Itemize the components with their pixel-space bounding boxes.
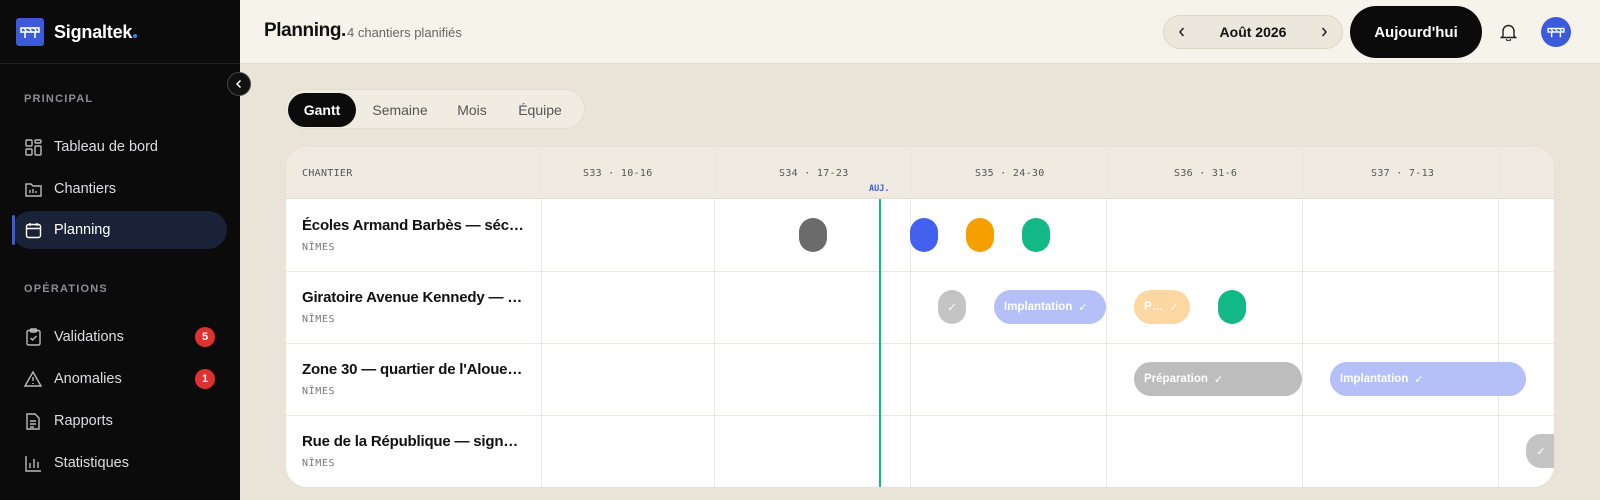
sidebar-item-rapports[interactable]: Rapports [12,402,227,440]
task-bar-preparation[interactable]: Préparation ✓ [1134,362,1302,396]
week-header: S34 · 17-23 [779,168,849,179]
month-navigator: Août 2026 [1163,15,1343,49]
sidebar-item-label: Planning [54,222,111,238]
chantier-title[interactable]: Zone 30 — quartier de l'Alouette [302,361,524,378]
chantier-city: NÎMES [302,458,336,469]
section-label-operations: OPÉRATIONS [24,283,108,295]
grid-divider [910,147,911,487]
grid-divider [541,147,542,487]
grid-divider [1106,147,1107,487]
today-button[interactable]: Aujourd'hui [1350,6,1482,58]
week-header: S33 · 10-16 [583,168,653,179]
task-bar-implantation[interactable]: Implantation ✓ [994,290,1106,324]
sidebar-item-planning[interactable]: Planning [12,211,227,249]
task-pill-partial[interactable] [1554,362,1555,396]
previous-month-button[interactable] [1172,22,1192,42]
current-month: Août 2026 [1219,24,1287,40]
task-pill-completed[interactable]: ✓ [1526,434,1554,468]
today-marker-label: AUJ. [869,184,890,194]
sidebar-item-label: Tableau de bord [54,139,158,155]
row-divider [286,271,1554,272]
sidebar-divider [0,63,240,64]
brand-name: Signaltek [54,22,138,43]
task-pill-completed[interactable]: ✓ [938,290,966,324]
tab-gantt[interactable]: Gantt [288,93,356,127]
task-bar-preparation[interactable]: P… ✓ [1134,290,1190,324]
task-pill[interactable] [966,218,994,252]
chevron-left-icon [1179,27,1185,37]
chevron-left-icon [235,79,242,89]
section-label-principal: PRINCIPAL [24,93,94,105]
next-month-button[interactable] [1314,22,1334,42]
chantier-city: NÎMES [302,386,336,397]
task-pill[interactable] [1022,218,1050,252]
brand[interactable]: Signaltek [16,18,138,46]
gantt-chart: CHANTIER S33 · 10-16 S34 · 17-23 S35 · 2… [285,146,1555,488]
task-pill[interactable] [799,218,827,252]
document-icon [24,412,42,430]
sidebar-item-validations[interactable]: Validations 5 [12,318,227,356]
sidebar-item-tableau-de-bord[interactable]: Tableau de bord [12,128,227,166]
week-header: S37 · 7-13 [1371,168,1435,179]
chantier-city: NÎMES [302,242,336,253]
page-subtitle: 4 chantiers planifiés [347,25,462,40]
row-divider [286,415,1554,416]
tab-mois[interactable]: Mois [442,93,502,127]
gantt-header: CHANTIER S33 · 10-16 S34 · 17-23 S35 · 2… [286,147,1554,199]
anomalies-count-badge: 1 [195,369,215,389]
chantier-city: NÎMES [302,314,336,325]
sidebar-item-statistiques[interactable]: Statistiques [12,444,227,482]
week-header: S35 · 24-30 [975,168,1045,179]
check-icon: ✓ [1414,373,1424,386]
tab-equipe[interactable]: Équipe [502,93,578,127]
chantier-column-header: CHANTIER [302,168,353,179]
grid-divider [1498,147,1499,487]
check-icon: ✓ [1078,301,1088,314]
chantier-title[interactable]: Giratoire Avenue Kennedy — j… [302,289,524,306]
grid-divider [714,147,715,487]
task-bar-implantation[interactable]: Implantation ✓ [1330,362,1526,396]
sidebar-item-chantiers[interactable]: Chantiers [12,170,227,208]
user-avatar[interactable] [1541,17,1571,47]
warning-icon [24,370,42,388]
check-icon: ✓ [1169,301,1179,314]
task-bar-label: Préparation [1144,373,1208,385]
collapse-sidebar-button[interactable] [227,72,251,96]
sidebar-item-anomalies[interactable]: Anomalies 1 [12,360,227,398]
sidebar-item-label: Anomalies [54,371,122,387]
check-icon: ✓ [947,301,957,314]
calendar-icon [24,221,42,239]
task-bar-label: Implantation [1340,373,1409,385]
today-line [879,199,881,487]
validations-count-badge: 5 [195,327,215,347]
task-pill[interactable] [910,218,938,252]
sidebar-item-label: Rapports [54,413,113,429]
sidebar: Signaltek PRINCIPAL Tableau de bord Chan… [0,0,240,500]
view-tabs: Gantt Semaine Mois Équipe [285,89,585,129]
week-header: S36 · 31-6 [1174,168,1238,179]
chantier-title[interactable]: Rue de la République — signali… [302,433,524,450]
chart-icon [24,454,42,472]
top-header: Planning. 4 chantiers planifiés Août 202… [240,0,1600,64]
task-bar-label: Implantation [1004,301,1073,313]
dashboard-icon [24,138,42,156]
sidebar-item-label: Chantiers [54,181,117,197]
tab-semaine[interactable]: Semaine [358,93,442,127]
clipboard-check-icon [24,328,42,346]
page-title: Planning. [264,20,346,41]
folder-icon [24,180,42,198]
task-pill[interactable] [1218,290,1246,324]
grid-divider [1302,147,1303,487]
sidebar-item-label: Statistiques [54,455,129,471]
task-bar-label: P… [1144,301,1164,313]
notifications-bell-icon[interactable] [1497,21,1519,43]
chevron-right-icon [1321,27,1327,37]
sidebar-item-label: Validations [54,329,124,345]
signaltek-logo-icon [16,18,44,46]
signaltek-logo-icon [1547,27,1565,38]
chantier-title[interactable]: Écoles Armand Barbès — sécu… [302,217,524,234]
row-divider [286,343,1554,344]
check-icon: ✓ [1536,445,1546,458]
check-icon: ✓ [1213,373,1224,386]
